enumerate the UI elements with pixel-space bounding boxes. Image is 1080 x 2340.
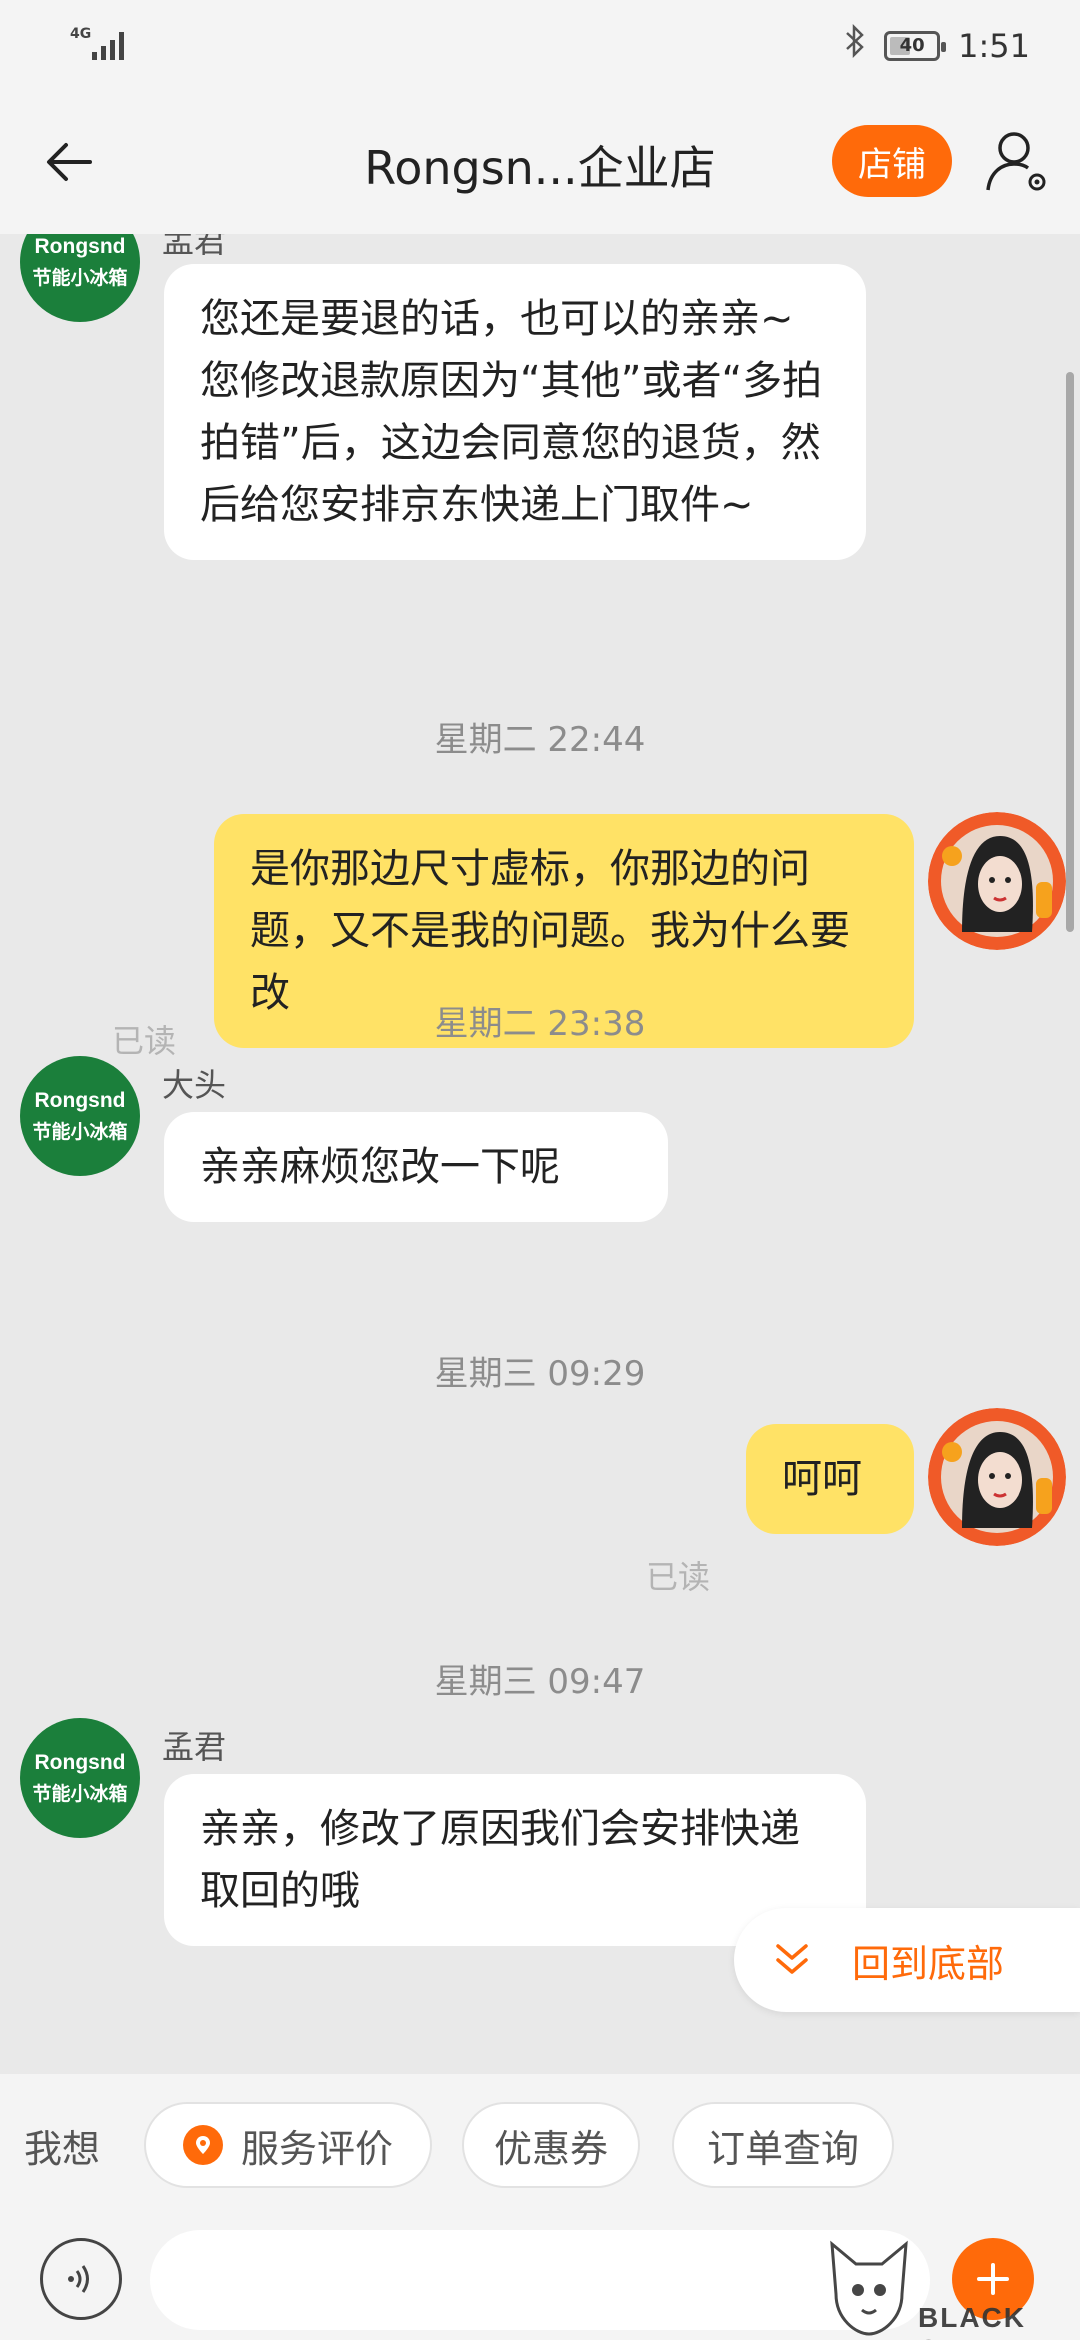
quick-actions-label: 我想 <box>24 2127 101 2171</box>
message-timestamp: 星期三 09:47 <box>434 1662 646 1702</box>
message-bubble-outgoing[interactable]: 呵呵 <box>746 1424 914 1534</box>
message-bubble-incoming[interactable]: 您还是要退的话，也可以的亲亲~您修改退款原因为“其他”或者“多拍拍错”后，这边会… <box>164 264 866 560</box>
scrollbar[interactable] <box>1066 372 1074 932</box>
chip-label: 订单查询 <box>706 2126 859 2171</box>
message-timestamp: 星期二 22:44 <box>434 720 646 760</box>
double-chevron-down-icon <box>776 1944 808 1974</box>
message-timestamp: 星期二 23:38 <box>434 1004 646 1044</box>
voice-input-button[interactable] <box>40 2238 122 2320</box>
chat-messages[interactable]: Rongsnd 节能小冰箱 孟君 您还是要退的话，也可以的亲亲~您修改退款原因为… <box>0 234 1080 2074</box>
clock: 1:51 <box>958 26 1030 65</box>
coupon-chip[interactable]: 优惠券 <box>462 2102 640 2188</box>
chat-header: Rongsn...企业店 店铺 <box>0 92 1080 234</box>
service-review-icon <box>182 2125 223 2165</box>
message-timestamp: 星期三 09:29 <box>434 1354 646 1394</box>
battery-level: 40 <box>899 35 925 56</box>
back-to-bottom-button[interactable]: 回到底部 <box>734 1908 1080 2012</box>
sender-name: 大头 <box>162 1066 227 1104</box>
battery-icon: 40 <box>884 30 947 61</box>
service-review-chip[interactable]: 服务评价 <box>144 2102 432 2188</box>
watermark-text: BLACK CAT <box>918 2302 1026 2340</box>
chip-label: 服务评价 <box>240 2126 393 2171</box>
quick-actions-bar: 我想 服务评价 优惠券 订单查询 <box>0 2074 1080 2220</box>
shop-button[interactable]: 店铺 <box>832 125 952 197</box>
black-cat-watermark: BLACK CAT <box>812 2224 1080 2340</box>
read-status: 已读 <box>646 1558 711 1596</box>
user-avatar[interactable] <box>928 812 1066 950</box>
user-settings-icon[interactable] <box>984 128 1050 194</box>
sender-name: 孟君 <box>162 234 227 260</box>
shop-avatar[interactable]: Rongsnd 节能小冰箱 <box>20 1718 140 1838</box>
shop-avatar[interactable]: Rongsnd 节能小冰箱 <box>20 1056 140 1176</box>
voice-icon <box>68 2265 89 2293</box>
sender-name: 孟君 <box>162 1728 227 1766</box>
status-bar: 4G 40 1:51 <box>0 0 1080 92</box>
signal-bars-icon <box>92 30 124 60</box>
order-query-chip[interactable]: 订单查询 <box>672 2102 894 2188</box>
shop-avatar[interactable]: Rongsnd 节能小冰箱 <box>20 234 140 322</box>
message-bubble-incoming[interactable]: 亲亲麻烦您改一下呢 <box>164 1112 668 1222</box>
network-type: 4G <box>70 26 92 42</box>
user-avatar[interactable] <box>928 1408 1066 1546</box>
bluetooth-icon <box>844 23 866 67</box>
back-to-bottom-label: 回到底部 <box>852 1941 1005 1986</box>
chip-label: 优惠券 <box>493 2126 608 2171</box>
